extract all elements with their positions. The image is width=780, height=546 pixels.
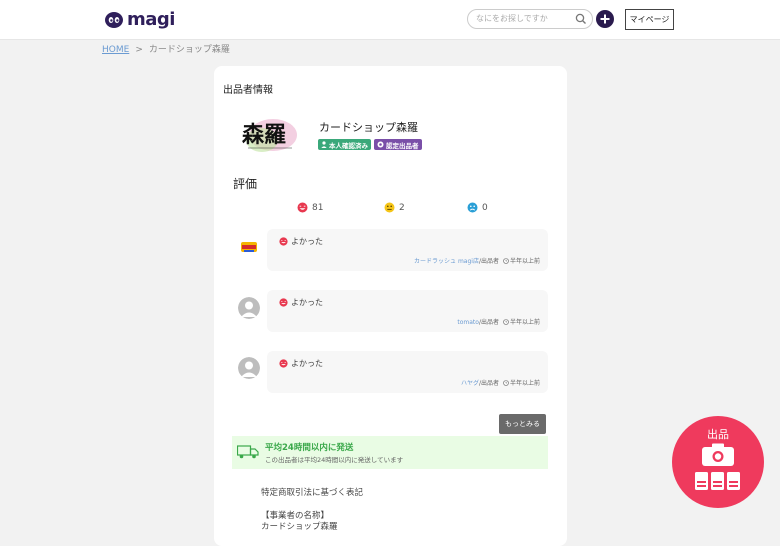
review-item: よかった tomato/出品者 半年以上前 <box>267 290 548 332</box>
svg-text:森羅: 森羅 <box>242 122 286 148</box>
reviewer-name-link[interactable]: ハヤグ <box>461 380 479 387</box>
site-header: magi マイページ <box>0 0 780 40</box>
sell-button-label: 出品 <box>707 428 729 441</box>
cards-icon <box>695 472 740 490</box>
reviewer-name-link[interactable]: カードラッシュ magi店 <box>414 258 479 265</box>
reviewer-role: /出品者 <box>478 258 499 265</box>
verified-badge: 本人確認済み <box>318 139 371 150</box>
rating-good: 81 <box>297 202 323 213</box>
certified-icon <box>377 141 384 148</box>
camera-icon <box>702 443 734 466</box>
breadcrumb-home-link[interactable]: HOME <box>102 45 129 55</box>
review-comment: よかった <box>291 298 323 307</box>
verified-badge-label: 本人確認済み <box>329 141 368 150</box>
reviewer-name-link[interactable]: tomato <box>457 319 479 326</box>
breadcrumb: HOME > カードショップ森羅 <box>102 42 230 55</box>
reviewer-avatar[interactable] <box>238 236 260 258</box>
breadcrumb-separator: > <box>135 45 143 55</box>
reviewer-role: /出品者 <box>478 380 499 387</box>
search-icon[interactable] <box>574 12 588 26</box>
rating-normal: 2 <box>384 202 405 213</box>
good-face-icon <box>279 359 288 368</box>
review-meta: tomato/出品者 半年以上前 <box>457 317 540 326</box>
review-text: よかった <box>279 358 323 369</box>
plus-icon <box>600 14 610 24</box>
search-box[interactable] <box>467 9 593 29</box>
logo-text: magi <box>127 9 175 30</box>
shipping-notice: 平均24時間以内に発送 この出品者は平均24時間以内に発送しています <box>232 436 548 469</box>
rating-counts: 81 2 0 <box>214 202 567 216</box>
review-meta: ハヤグ/出品者 半年以上前 <box>461 378 540 387</box>
good-face-icon <box>297 202 308 213</box>
seller-card: 出品者情報 森羅 カードショップ森羅 本人確認済み 認定出品者 評価 81 2 <box>214 66 567 546</box>
certified-badge: 認定出品者 <box>374 139 422 150</box>
review-text: よかった <box>279 297 323 308</box>
business-name: カードショップ森羅 <box>261 522 338 532</box>
review-item: よかった カードラッシュ magi店/出品者 半年以上前 <box>267 229 548 271</box>
reviewer-role: /出品者 <box>478 319 499 326</box>
law-heading: 特定商取引法に基づく表記 <box>261 488 364 498</box>
bad-count: 0 <box>482 202 488 213</box>
breadcrumb-current: カードショップ森羅 <box>148 45 230 55</box>
review-meta: カードラッシュ magi店/出品者 半年以上前 <box>414 256 540 265</box>
sell-button[interactable]: 出品 <box>672 416 764 508</box>
clock-icon <box>503 318 509 325</box>
show-more-button[interactable]: もっとみる <box>499 414 546 434</box>
reviewer-avatar[interactable] <box>238 357 260 379</box>
person-icon <box>321 141 327 148</box>
bad-face-icon <box>467 202 478 213</box>
review-comment: よかった <box>291 237 323 246</box>
good-count: 81 <box>312 202 324 213</box>
review-item: よかった ハヤグ/出品者 半年以上前 <box>267 351 548 393</box>
certified-badge-label: 認定出品者 <box>386 141 419 150</box>
review-text: よかった <box>279 236 323 247</box>
truck-icon <box>237 445 259 459</box>
shop-logo: 森羅 <box>240 110 300 156</box>
badge-row: 本人確認済み 認定出品者 <box>318 139 422 150</box>
magi-logo-icon <box>105 11 123 28</box>
normal-face-icon <box>384 202 395 213</box>
review-time: 半年以上前 <box>509 319 540 326</box>
clock-icon <box>503 257 509 264</box>
clock-icon <box>503 379 509 386</box>
rating-bad: 0 <box>467 202 488 213</box>
normal-count: 2 <box>399 202 405 213</box>
good-face-icon <box>279 237 288 246</box>
good-face-icon <box>279 298 288 307</box>
add-listing-button[interactable] <box>596 10 614 28</box>
shop-name: カードショップ森羅 <box>319 121 418 134</box>
review-time: 半年以上前 <box>509 258 540 265</box>
rating-title: 評価 <box>233 177 258 191</box>
review-time: 半年以上前 <box>509 380 540 387</box>
section-title: 出品者情報 <box>223 85 273 96</box>
search-input[interactable] <box>476 14 576 23</box>
reviewer-avatar[interactable] <box>238 297 260 319</box>
shipping-title: 平均24時間以内に発送 <box>265 443 354 453</box>
review-comment: よかった <box>291 359 323 368</box>
site-logo[interactable]: magi <box>104 9 175 30</box>
shipping-subtitle: この出品者は平均24時間以内に発送しています <box>265 456 404 464</box>
mypage-button[interactable]: マイページ <box>625 9 674 30</box>
